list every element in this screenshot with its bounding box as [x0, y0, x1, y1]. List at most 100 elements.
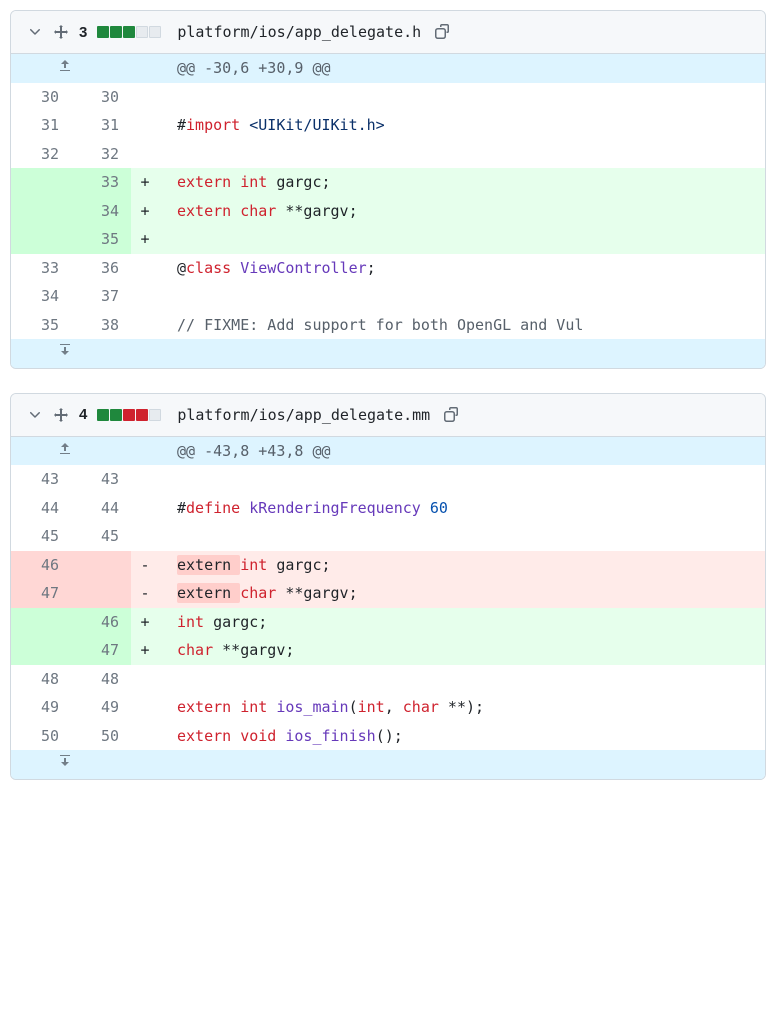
diff-line: 46+int gargc; — [11, 608, 765, 637]
code-content: extern int gargc; — [159, 168, 765, 197]
hunk-header-row: @@ -30,6 +30,9 @@ — [11, 54, 765, 83]
old-line-number[interactable] — [11, 197, 71, 226]
diff-marker — [131, 665, 159, 694]
chevron-down-icon[interactable] — [27, 407, 43, 423]
diff-marker — [131, 83, 159, 112]
code-content — [159, 83, 765, 112]
diff-marker — [131, 693, 159, 722]
stat-box-added — [110, 26, 122, 38]
diff-line: 4545 — [11, 522, 765, 551]
diff-line: 35+ — [11, 225, 765, 254]
diff-table: @@ -43,8 +43,8 @@43434444#define kRender… — [11, 437, 765, 779]
old-line-number[interactable]: 30 — [11, 83, 71, 112]
new-line-number[interactable] — [71, 579, 131, 608]
old-line-number[interactable]: 49 — [11, 693, 71, 722]
diff-marker — [131, 465, 159, 494]
diff-line: 3336 @class ViewController; — [11, 254, 765, 283]
new-line-number[interactable]: 38 — [71, 311, 131, 340]
diff-line: 4444 #define kRenderingFrequency 60 — [11, 494, 765, 523]
file-path[interactable]: platform/ios/app_delegate.h — [177, 23, 421, 41]
hunk-header-row: @@ -43,8 +43,8 @@ — [11, 437, 765, 466]
diff-marker — [131, 254, 159, 283]
diff-stat-bar — [97, 409, 161, 421]
diff-marker — [131, 522, 159, 551]
chevron-down-icon[interactable] — [27, 24, 43, 40]
old-line-number[interactable]: 32 — [11, 140, 71, 169]
diff-line: 4343 — [11, 465, 765, 494]
new-line-number[interactable]: 43 — [71, 465, 131, 494]
diff-line: 4949 extern int ios_main(int, char **); — [11, 693, 765, 722]
old-line-number[interactable]: 47 — [11, 579, 71, 608]
new-line-number[interactable]: 33 — [71, 168, 131, 197]
file-header: 4platform/ios/app_delegate.mm — [11, 394, 765, 437]
old-line-number[interactable]: 34 — [11, 282, 71, 311]
new-line-number[interactable] — [71, 551, 131, 580]
diff-line: 46-extern int gargc; — [11, 551, 765, 580]
diff-marker — [131, 140, 159, 169]
old-line-number[interactable]: 45 — [11, 522, 71, 551]
new-line-number[interactable]: 32 — [71, 140, 131, 169]
old-line-number[interactable]: 44 — [11, 494, 71, 523]
diff-marker: - — [131, 579, 159, 608]
new-line-number[interactable]: 36 — [71, 254, 131, 283]
new-line-number[interactable]: 31 — [71, 111, 131, 140]
stat-box-added — [97, 26, 109, 38]
expand-up-button[interactable] — [11, 437, 131, 466]
diff-stat-bar — [97, 26, 161, 38]
new-line-number[interactable]: 46 — [71, 608, 131, 637]
file-path[interactable]: platform/ios/app_delegate.mm — [177, 406, 430, 424]
code-content — [159, 465, 765, 494]
stat-box-removed — [123, 409, 135, 421]
diff-marker — [131, 311, 159, 340]
new-line-number[interactable]: 34 — [71, 197, 131, 226]
new-line-number[interactable]: 45 — [71, 522, 131, 551]
expand-up-button[interactable] — [11, 54, 131, 83]
old-line-number[interactable]: 50 — [11, 722, 71, 751]
expand-diff-icon[interactable] — [53, 24, 69, 40]
diff-line: 3131#import <UIKit/UIKit.h> — [11, 111, 765, 140]
old-line-number[interactable] — [11, 168, 71, 197]
diff-marker: + — [131, 225, 159, 254]
old-line-number[interactable] — [11, 608, 71, 637]
stat-box-added — [97, 409, 109, 421]
new-line-number[interactable]: 44 — [71, 494, 131, 523]
code-content — [159, 225, 765, 254]
new-line-number[interactable]: 49 — [71, 693, 131, 722]
old-line-number[interactable]: 43 — [11, 465, 71, 494]
new-line-number[interactable]: 35 — [71, 225, 131, 254]
diff-line: 5050extern void ios_finish(); — [11, 722, 765, 751]
hunk-header-text: @@ -30,6 +30,9 @@ — [159, 54, 765, 83]
new-line-number[interactable]: 48 — [71, 665, 131, 694]
diff-line: 3232 — [11, 140, 765, 169]
new-line-number[interactable]: 30 — [71, 83, 131, 112]
new-line-number[interactable]: 50 — [71, 722, 131, 751]
code-content: extern int ios_main(int, char **); — [159, 693, 765, 722]
code-content — [159, 282, 765, 311]
diff-line: 3030 — [11, 83, 765, 112]
diff-marker: + — [131, 168, 159, 197]
old-line-number[interactable]: 46 — [11, 551, 71, 580]
old-line-number[interactable]: 48 — [11, 665, 71, 694]
code-content — [159, 140, 765, 169]
old-line-number[interactable]: 33 — [11, 254, 71, 283]
new-line-number[interactable]: 47 — [71, 636, 131, 665]
diff-marker: + — [131, 197, 159, 226]
old-line-number[interactable]: 31 — [11, 111, 71, 140]
code-content: extern int gargc; — [159, 551, 765, 580]
hunk-header-text: @@ -43,8 +43,8 @@ — [159, 437, 765, 466]
expand-diff-icon[interactable] — [53, 407, 69, 423]
diff-marker — [131, 494, 159, 523]
diff-marker — [131, 282, 159, 311]
code-content: #define kRenderingFrequency 60 — [159, 494, 765, 523]
old-line-number[interactable]: 35 — [11, 311, 71, 340]
file-diff-block: 3platform/ios/app_delegate.h@@ -30,6 +30… — [10, 10, 766, 369]
new-line-number[interactable]: 37 — [71, 282, 131, 311]
diff-line: 3538// FIXME: Add support for both OpenG… — [11, 311, 765, 340]
code-content: @class ViewController; — [159, 254, 765, 283]
copy-icon[interactable] — [435, 24, 451, 40]
expand-down-button[interactable] — [11, 750, 131, 779]
old-line-number[interactable] — [11, 636, 71, 665]
old-line-number[interactable] — [11, 225, 71, 254]
copy-icon[interactable] — [444, 407, 460, 423]
expand-down-button[interactable] — [11, 339, 131, 368]
